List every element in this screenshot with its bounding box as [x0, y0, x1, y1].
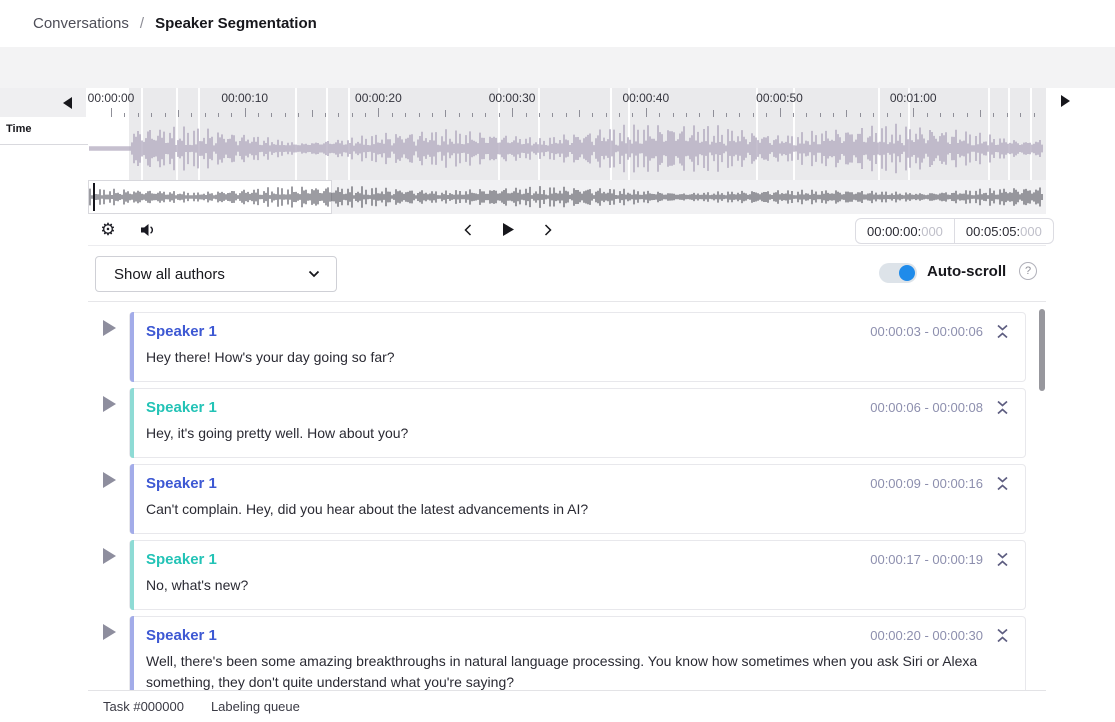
ruler-tick-label: 00:00:50 [756, 91, 803, 105]
time-row-label: Time [0, 117, 88, 145]
auto-scroll-label: Auto-scroll [927, 263, 1006, 280]
playhead[interactable] [93, 183, 95, 211]
scroll-left-icon[interactable] [63, 97, 72, 109]
timeline-left-cell [0, 88, 86, 117]
speaker-color-stripe [130, 616, 134, 690]
authors-filter-dropdown[interactable]: Show all authors [95, 256, 337, 292]
collapse-icon[interactable] [996, 399, 1009, 416]
time-ruler-ticks [88, 107, 1046, 117]
chevron-down-icon [308, 270, 320, 278]
ruler-tick-label: 00:00:10 [221, 91, 268, 105]
speaker-color-stripe [130, 464, 134, 534]
segment-time-range: 00:00:06 - 00:00:08 [870, 400, 983, 415]
collapse-icon[interactable] [996, 627, 1009, 644]
segment-row: Speaker 1 00:00:03 - 00:00:06 Hey there! H… [88, 312, 1046, 382]
segment-transcript[interactable]: Well, there's been some amazing breakthr… [146, 651, 1009, 690]
ruler-tick-label: 00:00:30 [489, 91, 536, 105]
segment-row: Speaker 1 00:00:09 - 00:00:16 Can't compla… [88, 464, 1046, 534]
segment-play-icon[interactable] [103, 624, 116, 640]
current-time-input[interactable]: 00:00:00:000 [856, 219, 954, 243]
breadcrumb-conversations[interactable]: Conversations [33, 15, 129, 32]
speaker-color-stripe [130, 540, 134, 610]
speaker-segmentation-app: Conversations / Speaker Segmentation 00:… [0, 0, 1115, 722]
list-scrollbar[interactable] [1039, 309, 1045, 391]
help-icon[interactable]: ? [1019, 262, 1037, 280]
speaker-label[interactable]: Speaker 1 [146, 474, 217, 494]
segment-transcript[interactable]: Hey, it's going pretty well. How about y… [146, 423, 1009, 444]
breadcrumb-separator: / [140, 15, 144, 32]
auto-scroll-toggle[interactable] [879, 263, 917, 283]
breadcrumb: Conversations / Speaker Segmentation [0, 0, 1115, 47]
segment-transcript[interactable]: No, what's new? [146, 575, 1009, 596]
minimap-waveform [88, 180, 1046, 214]
page-title: Speaker Segmentation [155, 15, 317, 32]
main-waveform [88, 117, 1046, 180]
segment-list: Speaker 1 00:00:03 - 00:00:06 Hey there! H… [88, 301, 1046, 690]
segment-card[interactable]: Speaker 1 00:00:17 - 00:00:19 No, what's n… [129, 540, 1026, 610]
collapse-icon[interactable] [996, 551, 1009, 568]
collapse-icon[interactable] [996, 475, 1009, 492]
ruler-tick-label: 00:00:40 [622, 91, 669, 105]
speaker-label[interactable]: Speaker 1 [146, 398, 217, 418]
ruler-tick-label: 00:00:00 [88, 91, 135, 105]
segment-transcript[interactable]: Can't complain. Hey, did you hear about … [146, 499, 1009, 520]
authors-filter-value: Show all authors [114, 266, 225, 283]
segment-play-icon[interactable] [103, 472, 116, 488]
ruler-tick-label: 00:00:20 [355, 91, 402, 105]
speaker-color-stripe [130, 388, 134, 458]
segment-row: Speaker 1 00:00:06 - 00:00:08 Hey, it's go… [88, 388, 1046, 458]
speaker-color-stripe [130, 312, 134, 382]
play-icon[interactable] [498, 214, 518, 245]
toggle-knob [899, 265, 915, 281]
status-bar: Task #000000 Labeling queue [88, 690, 1046, 722]
segment-play-icon[interactable] [103, 320, 116, 336]
segment-row: Speaker 1 00:00:20 - 00:00:30 Well, there'… [88, 616, 1046, 690]
volume-icon[interactable] [136, 214, 160, 245]
ruler-tick-label: 00:01:00 [890, 91, 937, 105]
segment-card[interactable]: Speaker 1 00:00:20 - 00:00:30 Well, there'… [129, 616, 1026, 690]
top-spacer-band [0, 47, 1115, 88]
segment-time-range: 00:00:09 - 00:00:16 [870, 476, 983, 491]
segment-play-icon[interactable] [103, 396, 116, 412]
waveform-minimap[interactable] [88, 180, 1046, 214]
time-ruler: 00:00:00 00:00:10 00:00:20 00:00:30 00:00:40… [88, 91, 1046, 107]
speaker-label[interactable]: Speaker 1 [146, 626, 217, 646]
segment-time-range: 00:00:20 - 00:00:30 [870, 628, 983, 643]
filter-bar: Show all authors Auto-scroll ? [88, 246, 1046, 301]
task-id-label: Task #000000 [103, 699, 184, 714]
scroll-right-icon[interactable] [1061, 95, 1070, 107]
speaker-label[interactable]: Speaker 1 [146, 322, 217, 342]
next-region-icon[interactable] [538, 214, 558, 245]
total-duration-input[interactable]: 00:05:05:000 [954, 219, 1053, 243]
segment-time-range: 00:00:17 - 00:00:19 [870, 552, 983, 567]
collapse-icon[interactable] [996, 323, 1009, 340]
segment-time-range: 00:00:03 - 00:00:06 [870, 324, 983, 339]
segment-card[interactable]: Speaker 1 00:00:06 - 00:00:08 Hey, it's go… [129, 388, 1026, 458]
segment-row: Speaker 1 00:00:17 - 00:00:19 No, what's n… [88, 540, 1046, 610]
speaker-label[interactable]: Speaker 1 [146, 550, 217, 570]
queue-label: Labeling queue [211, 699, 300, 714]
audio-timeline[interactable]: 00:00:00 00:00:10 00:00:20 00:00:30 00:00:40… [88, 88, 1046, 180]
segment-transcript[interactable]: Hey there! How's your day going so far? [146, 347, 1009, 368]
segment-play-icon[interactable] [103, 548, 116, 564]
previous-region-icon[interactable] [458, 214, 478, 245]
segment-card[interactable]: Speaker 1 00:00:09 - 00:00:16 Can't compla… [129, 464, 1026, 534]
player-controls: ⚙ 00:00:00:000 00:05:05:000 [88, 214, 1046, 246]
settings-gear-icon[interactable]: ⚙ [96, 214, 120, 245]
segment-card[interactable]: Speaker 1 00:00:03 - 00:00:06 Hey there! H… [129, 312, 1026, 382]
time-display: 00:00:00:000 00:05:05:000 [855, 218, 1054, 244]
